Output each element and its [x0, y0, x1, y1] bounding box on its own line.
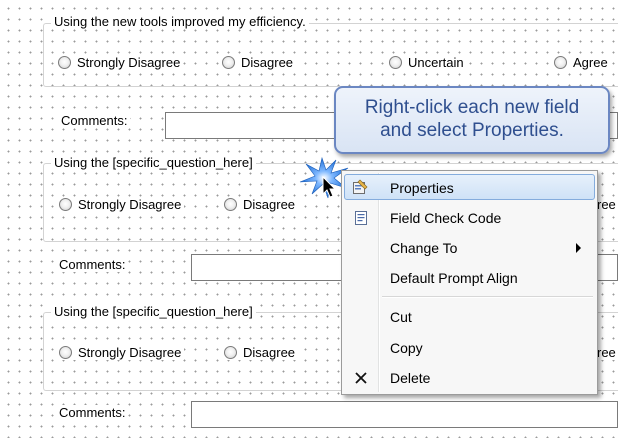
comments-label-3: Comments:	[56, 405, 129, 420]
callout-line-1: Right-click each new field	[364, 97, 580, 118]
menu-separator	[382, 296, 593, 298]
comments-label-2: Comments:	[56, 257, 129, 272]
menu-item-copy[interactable]: Copy	[344, 335, 595, 361]
menu-item-cut[interactable]: Cut	[344, 304, 595, 330]
radio-option-uncertain[interactable]: Uncertain	[389, 55, 467, 70]
comments-field-3[interactable]	[191, 401, 618, 428]
properties-icon	[353, 179, 368, 194]
question-title-1: Using the new tools improved my efficien…	[51, 14, 309, 29]
radio-option-disagree[interactable]: Disagree	[224, 197, 299, 212]
instruction-callout: Right-click each new field and select Pr…	[334, 86, 610, 154]
radio-option-strongly-disagree[interactable]: Strongly Disagree	[58, 55, 184, 70]
radio-option-strongly-disagree[interactable]: Strongly Disagree	[59, 197, 185, 212]
radio-label: Strongly Disagree	[78, 345, 182, 360]
radio-option-agree[interactable]: Agree	[554, 55, 611, 70]
menu-item-default-prompt-align[interactable]: Default Prompt Align	[344, 265, 595, 291]
menu-item-label: Cut	[390, 309, 412, 325]
mouse-cursor-icon	[322, 176, 337, 198]
check-code-icon	[355, 211, 367, 225]
radio-button[interactable]	[389, 56, 402, 69]
menu-item-properties[interactable]: Properties	[344, 174, 595, 200]
menu-item-change-to[interactable]: Change To	[344, 235, 595, 261]
radio-button[interactable]	[58, 56, 71, 69]
radio-option-disagree[interactable]: Disagree	[224, 345, 299, 360]
menu-item-label: Properties	[390, 180, 454, 196]
menu-item-field-check-code[interactable]: Field Check Code	[344, 205, 595, 231]
menu-item-label: Default Prompt Align	[390, 270, 518, 286]
radio-button[interactable]	[59, 346, 72, 359]
radio-label: Strongly Disagree	[78, 197, 182, 212]
radio-option-strongly-disagree[interactable]: Strongly Disagree	[59, 345, 185, 360]
radio-button[interactable]	[59, 198, 72, 211]
radio-button[interactable]	[222, 56, 235, 69]
comments-label-1: Comments:	[58, 113, 131, 128]
radio-button[interactable]	[554, 56, 567, 69]
radio-label: Uncertain	[408, 55, 464, 70]
menu-item-label: Field Check Code	[390, 210, 502, 226]
menu-item-delete[interactable]: Delete	[344, 365, 595, 391]
menu-item-label: Copy	[390, 340, 423, 356]
submenu-arrow-icon	[576, 243, 581, 253]
callout-line-2: and select Properties.	[380, 120, 564, 141]
delete-x-icon	[355, 372, 367, 384]
radio-option-disagree[interactable]: Disagree	[222, 55, 297, 70]
radio-label: Agree	[573, 55, 608, 70]
question-title-3: Using the [specific_question_here]	[51, 304, 256, 319]
context-menu: Properties Field Check Code Change To De…	[341, 170, 598, 395]
radio-label: Disagree	[243, 197, 296, 212]
radio-button[interactable]	[224, 198, 237, 211]
radio-label: Disagree	[241, 55, 294, 70]
question-title-2: Using the [specific_question_here]	[51, 155, 256, 170]
menu-item-label: Delete	[390, 370, 431, 386]
radio-label: Strongly Disagree	[77, 55, 181, 70]
menu-item-label: Change To	[390, 240, 458, 256]
radio-button[interactable]	[224, 346, 237, 359]
radio-label: Disagree	[243, 345, 296, 360]
